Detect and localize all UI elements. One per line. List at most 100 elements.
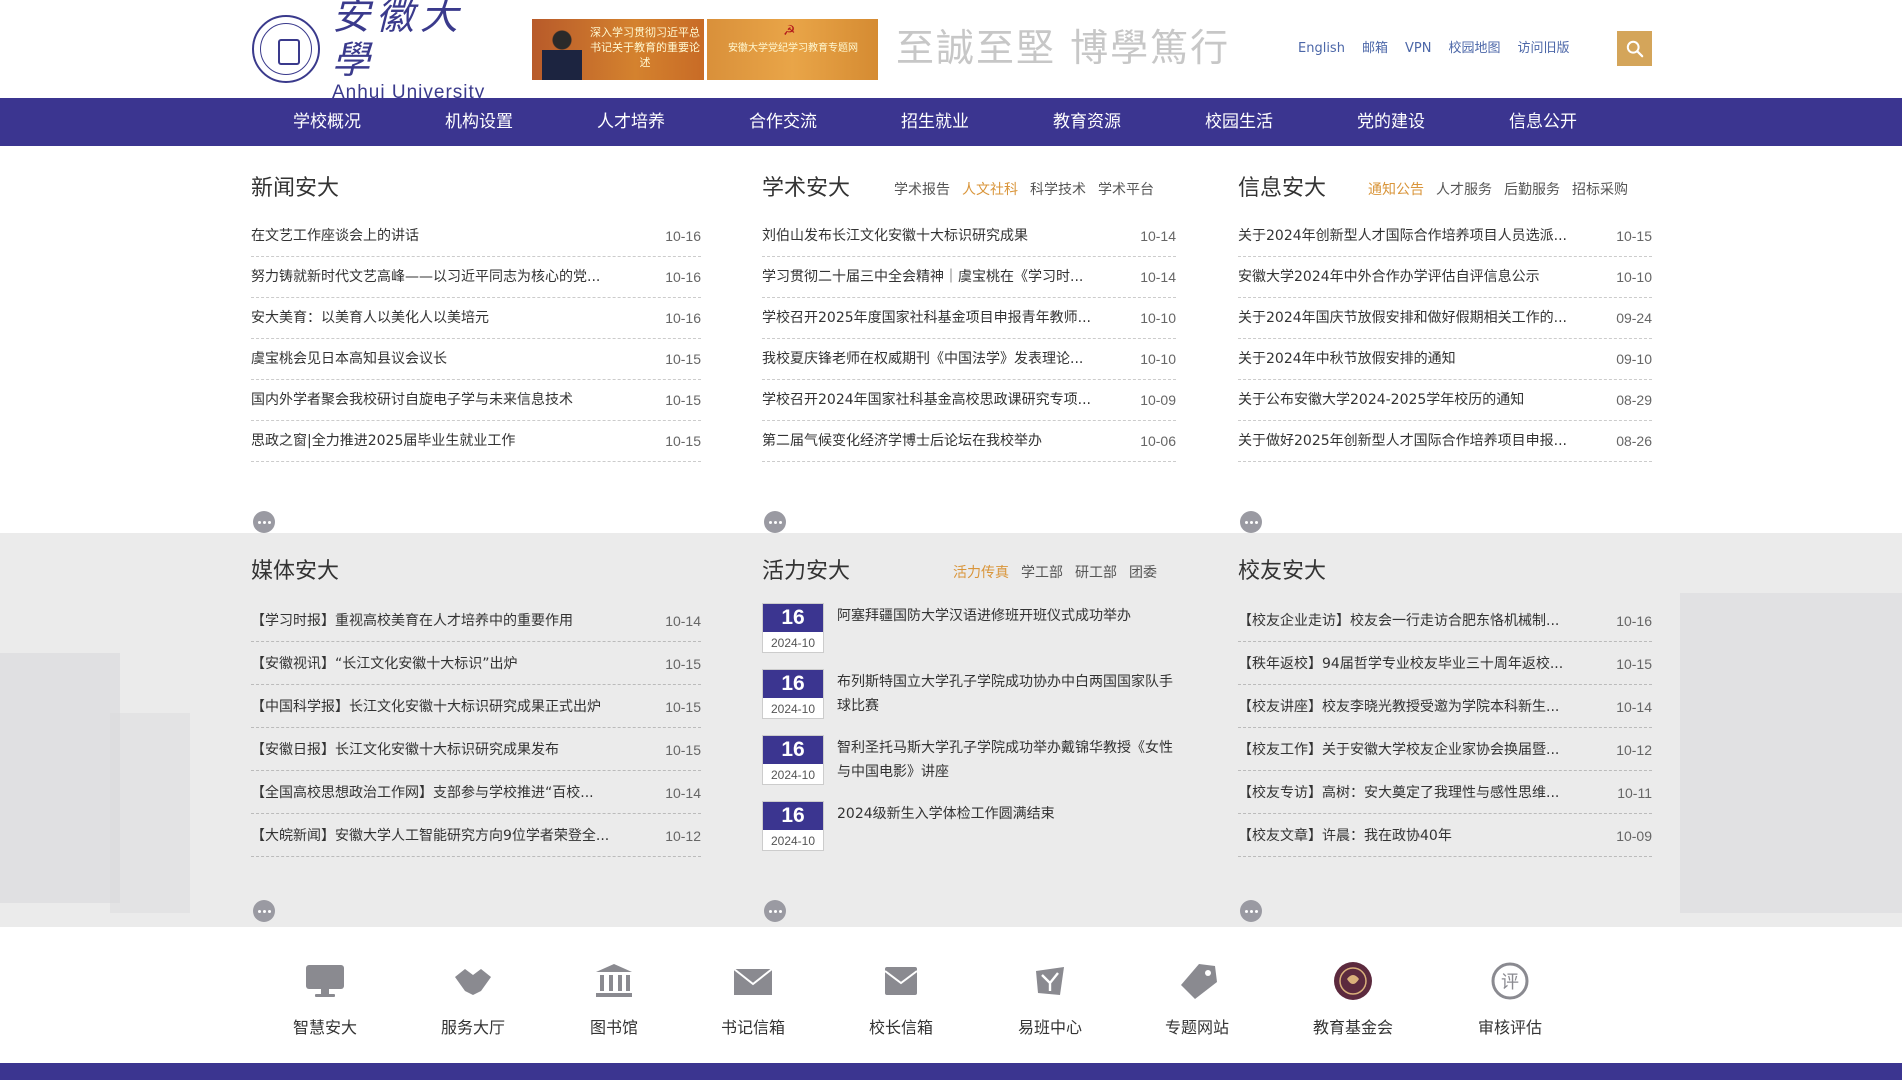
item-title: 刘伯山发布长江文化安徽十大标识研究成果 (762, 228, 1028, 244)
alumni-title[interactable]: 校友安大 (1238, 557, 1326, 587)
activity-item[interactable]: 16 2024-10 2024级新生入学体检工作圆满结束 (762, 801, 1182, 859)
tab-logistics[interactable]: 后勤服务 (1504, 180, 1560, 200)
list-item[interactable]: 【校友专访】高树：安大奠定了我理性与感性思维... 10-11 (1238, 771, 1652, 814)
list-item[interactable]: 关于2024年国庆节放假安排和做好假期相关工作的... 09-24 (1238, 298, 1652, 339)
media-title[interactable]: 媒体安大 (251, 557, 339, 587)
review-icon: 评 (1491, 962, 1529, 1000)
tab-student-affairs[interactable]: 学工部 (1021, 563, 1063, 583)
more-button[interactable] (1240, 511, 1262, 533)
list-item[interactable]: 国内外学者聚会我校研讨自旋电子学与未来信息技术 10-15 (251, 380, 701, 421)
list-item[interactable]: 在文艺工作座谈会上的讲话 10-16 (251, 216, 701, 257)
banner-xi-education[interactable]: 深入学习贯彻习近平总书记关于教育的重要论述 (532, 19, 704, 80)
item-date: 09-10 (1616, 351, 1652, 367)
tab-youth-league[interactable]: 团委 (1129, 563, 1157, 583)
list-item[interactable]: 努力铸就新时代文艺高峰——以习近平同志为核心的党... 10-16 (251, 257, 701, 298)
list-item[interactable]: 学校召开2025年度国家社科基金项目申报青年教师... 10-10 (762, 298, 1176, 339)
item-date: 10-09 (1616, 828, 1652, 844)
info-title[interactable]: 信息安大 (1238, 174, 1326, 204)
item-date: 10-14 (665, 785, 701, 801)
vitality-title[interactable]: 活力安大 (762, 557, 850, 587)
activity-item[interactable]: 16 2024-10 阿塞拜疆国防大学汉语进修班开班仪式成功举办 (762, 603, 1182, 661)
quick-link-library[interactable]: 图书馆 (544, 927, 684, 1063)
nav-item-admission[interactable]: 招生就业 (875, 98, 995, 146)
list-item[interactable]: 学校召开2024年国家社科基金高校思政课研究专项... 10-09 (762, 380, 1176, 421)
quick-link-service-hall[interactable]: 服务大厅 (403, 927, 543, 1063)
list-item[interactable]: 我校夏庆锋老师在权威期刊《中国法学》发表理论... 10-10 (762, 339, 1176, 380)
university-logo[interactable]: 安徽大學 Anhui University (252, 0, 492, 103)
more-button[interactable] (1240, 900, 1262, 922)
search-button[interactable] (1617, 31, 1652, 66)
banner-party-discipline[interactable]: ☭ 安徽大学党纪学习教育专题网 (707, 19, 878, 80)
quick-link-president-mailbox[interactable]: 校长信箱 (831, 927, 971, 1063)
item-title: 关于2024年创新型人才国际合作培养项目人员选派... (1238, 228, 1567, 244)
list-item[interactable]: 【全国高校思想政治工作网】支部参与学校推进“百校... 10-14 (251, 771, 701, 814)
quick-link-smart-ahu[interactable]: 智慧安大 (255, 927, 395, 1063)
list-item[interactable]: 刘伯山发布长江文化安徽十大标识研究成果 10-14 (762, 216, 1176, 257)
list-item[interactable]: 关于公布安徽大学2024-2025学年校历的通知 08-29 (1238, 380, 1652, 421)
nav-item-party[interactable]: 党的建设 (1331, 98, 1451, 146)
more-button[interactable] (253, 900, 275, 922)
list-item[interactable]: 关于做好2025年创新型人才国际合作培养项目申报... 08-26 (1238, 421, 1652, 462)
tab-procurement[interactable]: 招标采购 (1572, 180, 1628, 200)
item-date: 10-11 (1617, 785, 1652, 801)
quick-link-yiban[interactable]: 易班中心 (980, 927, 1120, 1063)
link-campus-map[interactable]: 校园地图 (1448, 38, 1500, 60)
list-item[interactable]: 【校友讲座】校友李晓光教授受邀为学院本科新生... 10-14 (1238, 685, 1652, 728)
nav-item-education[interactable]: 人才培养 (571, 98, 691, 146)
more-button[interactable] (764, 511, 786, 533)
tab-notices[interactable]: 通知公告 (1368, 180, 1424, 200)
list-item[interactable]: 【安徽日报】长江文化安徽十大标识研究成果发布 10-15 (251, 728, 701, 771)
activity-item[interactable]: 16 2024-10 智利圣托马斯大学孔子学院成功举办戴锦华教授《女性与中国电影》… (762, 735, 1182, 793)
tab-humanities[interactable]: 人文社科 (962, 180, 1018, 200)
academic-title[interactable]: 学术安大 (762, 174, 850, 204)
list-item[interactable]: 【学习时报】重视高校美育在人才培养中的重要作用 10-14 (251, 599, 701, 642)
quick-link-label: 书记信箱 (720, 1018, 785, 1037)
list-item[interactable]: 安徽大学2024年中外合作办学评估自评信息公示 10-10 (1238, 257, 1652, 298)
tab-platforms[interactable]: 学术平台 (1098, 180, 1154, 200)
item-title: 【校友文章】许晨：我在政协40年 (1238, 828, 1452, 844)
list-item[interactable]: 安大美育：以美育人以美化人以美培元 10-16 (251, 298, 701, 339)
list-item[interactable]: 思政之窗|全力推进2025届毕业生就业工作 10-15 (251, 421, 701, 462)
nav-item-campus-life[interactable]: 校园生活 (1179, 98, 1299, 146)
more-button[interactable] (253, 511, 275, 533)
item-title: 我校夏庆锋老师在权威期刊《中国法学》发表理论... (762, 351, 1084, 367)
quick-link-label: 专题网站 (1164, 1018, 1229, 1037)
nav-item-institutions[interactable]: 机构设置 (419, 98, 539, 146)
list-item[interactable]: 【校友工作】关于安徽大学校友企业家协会换届暨... 10-12 (1238, 728, 1652, 771)
tab-talent-services[interactable]: 人才服务 (1436, 180, 1492, 200)
tab-graduate-affairs[interactable]: 研工部 (1075, 563, 1117, 583)
list-item[interactable]: 【中国科学报】长江文化安徽十大标识研究成果正式出炉 10-15 (251, 685, 701, 728)
link-old-version[interactable]: 访问旧版 (1517, 38, 1569, 60)
quick-link-special-sites[interactable]: 专题网站 (1127, 927, 1267, 1063)
tab-academic-reports[interactable]: 学术报告 (894, 180, 950, 200)
list-item[interactable]: 【校友企业走访】校友会一行走访合肥东恪机械制... 10-16 (1238, 599, 1652, 642)
link-vpn[interactable]: VPN (1405, 38, 1431, 60)
item-date: 10-14 (1616, 699, 1652, 715)
link-mail[interactable]: 邮箱 (1362, 38, 1388, 60)
list-item[interactable]: 【大皖新闻】安徽大学人工智能研究方向9位学者荣登全... 10-12 (251, 814, 701, 857)
nav-item-cooperation[interactable]: 合作交流 (723, 98, 843, 146)
quick-link-secretary-mailbox[interactable]: 书记信箱 (683, 927, 823, 1063)
list-item[interactable]: 学习贯彻二十届三中全会精神｜虞宝桃在《学习时... 10-14 (762, 257, 1176, 298)
nav-item-disclosure[interactable]: 信息公开 (1483, 98, 1603, 146)
more-button[interactable] (764, 900, 786, 922)
tab-vitality-news[interactable]: 活力传真 (953, 563, 1009, 583)
quick-link-education-foundation[interactable]: 教育基金会 (1283, 927, 1423, 1063)
list-item[interactable]: 【安徽视讯】“长江文化安徽十大标识”出炉 10-15 (251, 642, 701, 685)
item-date: 10-06 (1140, 433, 1176, 449)
list-item[interactable]: 关于2024年创新型人才国际合作培养项目人员选派... 10-15 (1238, 216, 1652, 257)
list-item[interactable]: 关于2024年中秋节放假安排的通知 09-10 (1238, 339, 1652, 380)
list-item[interactable]: 第二届气候变化经济学博士后论坛在我校举办 10-06 (762, 421, 1176, 462)
activity-item[interactable]: 16 2024-10 布列斯特国立大学孔子学院成功协办中白两国国家队手球比赛 (762, 669, 1182, 727)
nav-item-overview[interactable]: 学校概况 (267, 98, 387, 146)
list-item[interactable]: 【秩年返校】94届哲学专业校友毕业三十周年返校... 10-15 (1238, 642, 1652, 685)
item-title: 学校召开2024年国家社科基金高校思政课研究专项... (762, 392, 1091, 408)
list-item[interactable]: 虞宝桃会见日本高知县议会议长 10-15 (251, 339, 701, 380)
link-english[interactable]: English (1298, 38, 1345, 60)
banner-text: 安徽大学党纪学习教育专题网 (728, 43, 858, 54)
list-item[interactable]: 【校友文章】许晨：我在政协40年 10-09 (1238, 814, 1652, 857)
news-title[interactable]: 新闻安大 (251, 174, 339, 204)
tab-science[interactable]: 科学技术 (1030, 180, 1086, 200)
quick-link-review-assessment[interactable]: 评 审核评估 (1440, 927, 1580, 1063)
nav-item-resources[interactable]: 教育资源 (1027, 98, 1147, 146)
